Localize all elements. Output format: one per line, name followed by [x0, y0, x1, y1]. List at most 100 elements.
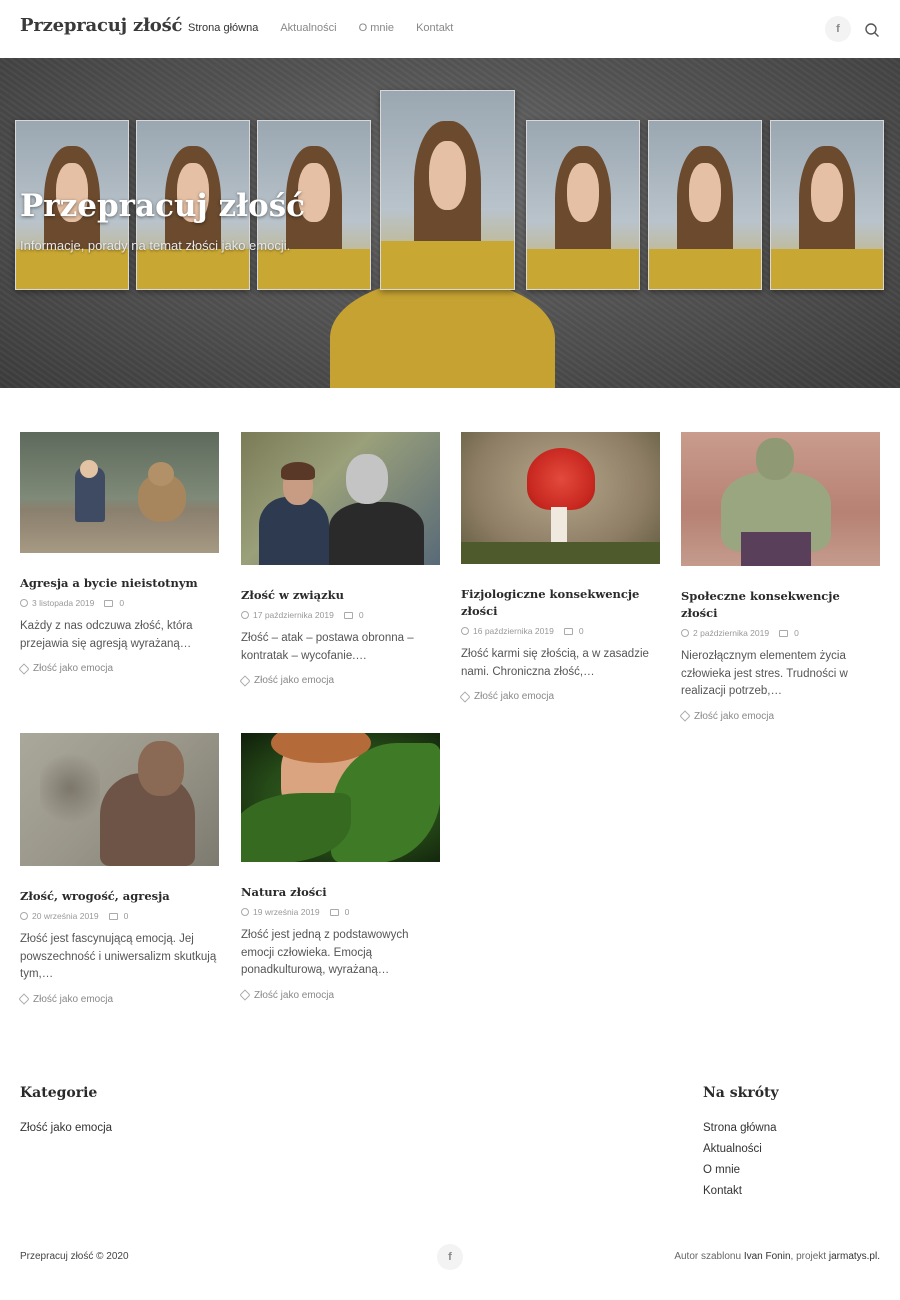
comment-icon — [104, 599, 114, 607]
facebook-icon[interactable]: f — [437, 1244, 463, 1270]
post-comments[interactable]: 0 — [124, 911, 129, 921]
tag-icon — [239, 989, 251, 1001]
theme-credit: Autor szablonu Ivan Fonin, projekt jarma… — [674, 1251, 880, 1262]
footer-link-contact[interactable]: Kontakt — [703, 1185, 742, 1197]
post-thumbnail[interactable] — [20, 432, 219, 553]
post-category[interactable]: Złość jako emocja — [239, 674, 440, 687]
post-category[interactable]: Złość jako emocja — [239, 989, 440, 1001]
comment-icon — [343, 611, 353, 619]
post-thumbnail[interactable] — [461, 432, 660, 564]
clock-icon — [461, 627, 469, 635]
shortcuts-heading: Na skróty — [703, 1085, 779, 1101]
post-title[interactable]: Natura złości — [241, 884, 440, 901]
post-excerpt: Złość jest fascynującą emocją. Jej powsz… — [20, 933, 217, 980]
post-title[interactable]: Złość w związku — [241, 587, 440, 604]
clock-icon — [241, 908, 249, 916]
post-excerpt: Złość jest jedną z podstawowych emocji c… — [241, 929, 409, 976]
footer-link-news[interactable]: Aktualności — [703, 1143, 762, 1155]
footer-link-home[interactable]: Strona główna — [703, 1122, 777, 1134]
post-meta: 17 października 2019 0 — [241, 610, 440, 620]
post-excerpt: Każdy z nas odczuwa złość, która przejaw… — [20, 620, 193, 650]
post-comments[interactable]: 0 — [359, 610, 364, 620]
main-nav: Strona główna Aktualności O mnie Kontakt — [188, 22, 475, 34]
facebook-icon[interactable]: f — [825, 16, 851, 42]
clock-icon — [20, 912, 28, 920]
post-category-label[interactable]: Złość jako emocja — [33, 663, 113, 674]
post-thumbnail[interactable] — [241, 432, 440, 565]
hero-banner: Przepracuj złość Informacje, porady na t… — [0, 58, 900, 388]
hero-title: Przepracuj złość — [20, 188, 306, 224]
comment-icon — [563, 627, 573, 635]
post-meta: 3 listopada 2019 0 — [20, 598, 219, 608]
post-card: Złość w związku 17 października 2019 0 Z… — [239, 432, 440, 687]
post-card: Fizjologiczne konsekwencje złości 16 paź… — [459, 432, 660, 703]
hero-subtitle: Informacje, porady na temat złości jako … — [20, 238, 291, 253]
copyright: Przepracuj złość © 2020 — [20, 1251, 129, 1262]
post-card: Społeczne konsekwencje złości 2 paździer… — [679, 432, 880, 722]
clock-icon — [20, 599, 28, 607]
clock-icon — [241, 611, 249, 619]
post-title[interactable]: Fizjologiczne konsekwencje złości — [461, 586, 660, 620]
post-card: Agresja a bycie nieistotnym 3 listopada … — [18, 432, 219, 675]
tag-icon — [239, 674, 251, 687]
nav-item-news[interactable]: Aktualności — [280, 22, 336, 34]
post-meta: 16 października 2019 0 — [461, 626, 660, 636]
post-meta: 2 października 2019 0 — [681, 628, 880, 638]
search-icon[interactable] — [864, 22, 880, 38]
nav-item-contact[interactable]: Kontakt — [416, 22, 453, 34]
comment-icon — [108, 912, 118, 920]
clock-icon — [681, 629, 689, 637]
post-comments[interactable]: 0 — [345, 907, 350, 917]
tag-icon — [459, 690, 471, 703]
nav-item-about[interactable]: O mnie — [359, 22, 394, 34]
post-title[interactable]: Agresja a bycie nieistotnym — [20, 575, 219, 592]
post-excerpt: Nierozłącznym elementem życia człowieka … — [681, 650, 848, 697]
post-thumbnail[interactable] — [20, 733, 219, 866]
post-date: 19 września 2019 — [253, 907, 320, 917]
post-excerpt: Złość karmi się złością, a w zasadzie na… — [461, 648, 649, 678]
hero-photo — [770, 120, 884, 290]
nav-item-home[interactable]: Strona główna — [188, 22, 258, 34]
post-category-label[interactable]: Złość jako emocja — [33, 994, 113, 1005]
hero-photo — [526, 120, 640, 290]
post-category[interactable]: Złość jako emocja — [459, 690, 660, 703]
post-date: 20 września 2019 — [32, 911, 99, 921]
post-category[interactable]: Złość jako emocja — [18, 993, 219, 1005]
post-meta: 20 września 2019 0 — [20, 911, 219, 921]
tag-icon — [18, 993, 30, 1005]
post-category-label[interactable]: Złość jako emocja — [694, 711, 774, 722]
post-category[interactable]: Złość jako emocja — [18, 662, 219, 675]
post-thumbnail[interactable] — [241, 733, 440, 862]
post-thumbnail[interactable] — [681, 432, 880, 566]
post-comments[interactable]: 0 — [119, 598, 124, 608]
hero-photo — [380, 90, 515, 290]
tag-icon — [18, 662, 30, 675]
post-date: 2 października 2019 — [693, 628, 770, 638]
post-date: 17 października 2019 — [253, 610, 334, 620]
site-logo[interactable]: Przepracuj złość — [20, 15, 183, 36]
post-title[interactable]: Społeczne konsekwencje złości — [681, 588, 880, 622]
post-date: 16 października 2019 — [473, 626, 554, 636]
comment-icon — [779, 629, 789, 637]
post-category-label[interactable]: Złość jako emocja — [474, 691, 554, 702]
comment-icon — [329, 908, 339, 916]
post-category-label[interactable]: Złość jako emocja — [254, 990, 334, 1001]
post-meta: 19 września 2019 0 — [241, 907, 440, 917]
site-header: Przepracuj złość Strona główna Aktualnoś… — [0, 0, 900, 58]
footer-category-link[interactable]: Złość jako emocja — [20, 1122, 112, 1134]
post-category[interactable]: Złość jako emocja — [679, 710, 880, 722]
categories-heading: Kategorie — [20, 1085, 98, 1101]
post-card: Natura złości 19 września 2019 0 Złość j… — [239, 733, 440, 1001]
post-card: Złość, wrogość, agresja 20 września 2019… — [18, 733, 219, 1005]
post-comments[interactable]: 0 — [794, 628, 799, 638]
footer-link-about[interactable]: O mnie — [703, 1164, 740, 1176]
credit-author-link[interactable]: Ivan Fonin — [744, 1251, 791, 1262]
credit-site-link[interactable]: jarmatys.pl. — [829, 1251, 880, 1262]
tag-icon — [679, 710, 691, 722]
credit-mid: , projekt — [790, 1251, 827, 1262]
post-comments[interactable]: 0 — [579, 626, 584, 636]
post-excerpt: Złość – atak – postawa obronna – kontrat… — [241, 632, 414, 662]
post-title[interactable]: Złość, wrogość, agresja — [20, 888, 219, 905]
post-date: 3 listopada 2019 — [32, 598, 95, 608]
post-category-label[interactable]: Złość jako emocja — [254, 675, 334, 686]
